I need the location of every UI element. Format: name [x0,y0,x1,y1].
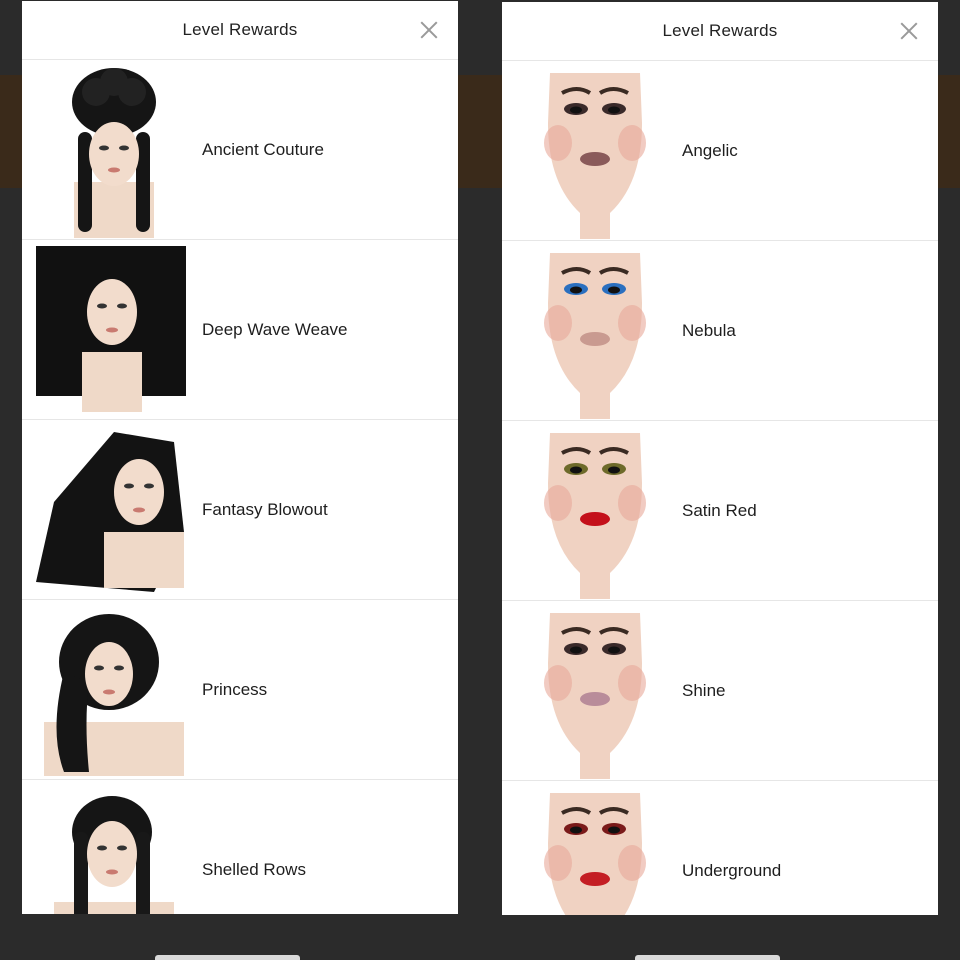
blush [544,845,572,881]
background-tab [155,955,300,960]
reward-item[interactable]: Nebula [502,241,938,421]
reward-label: Shine [682,680,726,700]
makeup-thumbnail [530,63,660,239]
reward-label: Angelic [682,140,738,160]
reward-label: Fantasy Blowout [202,499,328,519]
close-icon[interactable] [900,22,918,40]
reward-label: Ancient Couture [202,139,324,159]
reward-list: Ancient Couture Deep Wave Weave Fantasy … [22,60,458,914]
reward-item[interactable]: Underground [502,781,938,915]
reward-item[interactable]: Angelic [502,61,938,241]
eye [570,646,582,654]
reward-label: Deep Wave Weave [202,319,348,339]
makeup-thumbnail [530,423,660,599]
eye [570,106,582,114]
reward-label: Shelled Rows [202,859,306,879]
makeup-thumbnail [530,243,660,419]
background-strip [938,75,960,188]
lips [580,692,610,706]
eye [608,106,620,114]
reward-item[interactable]: Princess [22,600,458,780]
background-tab [635,955,780,960]
eye [608,286,620,294]
blush [544,305,572,341]
level-rewards-modal-hairstyles: Level Rewards Ancient Couture Deep Wave … [22,1,458,914]
close-icon[interactable] [420,21,438,39]
modal-title: Level Rewards [662,21,778,40]
blush [544,665,572,701]
modal-header: Level Rewards [502,2,938,61]
blush [618,305,646,341]
modal-header: Level Rewards [22,1,458,60]
reward-item[interactable]: Ancient Couture [22,60,458,240]
makeup-thumbnail [530,783,660,915]
level-rewards-modal-makeup: Level Rewards Angelic Nebula Satin Red S… [502,2,938,915]
reward-item[interactable]: Deep Wave Weave [22,240,458,420]
blush [618,665,646,701]
eye [608,826,620,834]
reward-item[interactable]: Shine [502,601,938,781]
reward-item[interactable]: Shelled Rows [22,780,458,914]
makeup-thumbnail [530,603,660,779]
reward-list: Angelic Nebula Satin Red Shine Undergrou… [502,61,938,915]
hairstyle-thumbnail [34,422,189,598]
reward-label: Nebula [682,320,736,340]
lips [580,872,610,886]
background-strip [458,75,502,188]
blush [618,485,646,521]
blush [618,125,646,161]
reward-label: Satin Red [682,500,757,520]
lips [580,152,610,166]
modal-title: Level Rewards [182,20,298,39]
hairstyle-thumbnail [34,242,189,418]
eye [608,646,620,654]
hairstyle-thumbnail [34,782,189,914]
hairstyle-thumbnail [34,62,189,238]
blush [618,845,646,881]
eye [570,466,582,474]
blush [544,125,572,161]
blush [544,485,572,521]
reward-item[interactable]: Fantasy Blowout [22,420,458,600]
eye [570,826,582,834]
lips [580,512,610,526]
background-strip [0,75,22,188]
reward-item[interactable]: Satin Red [502,421,938,601]
reward-label: Princess [202,679,268,699]
lips [580,332,610,346]
eye [608,466,620,474]
hairstyle-thumbnail [34,602,189,778]
eye [570,286,582,294]
reward-label: Underground [682,860,782,880]
